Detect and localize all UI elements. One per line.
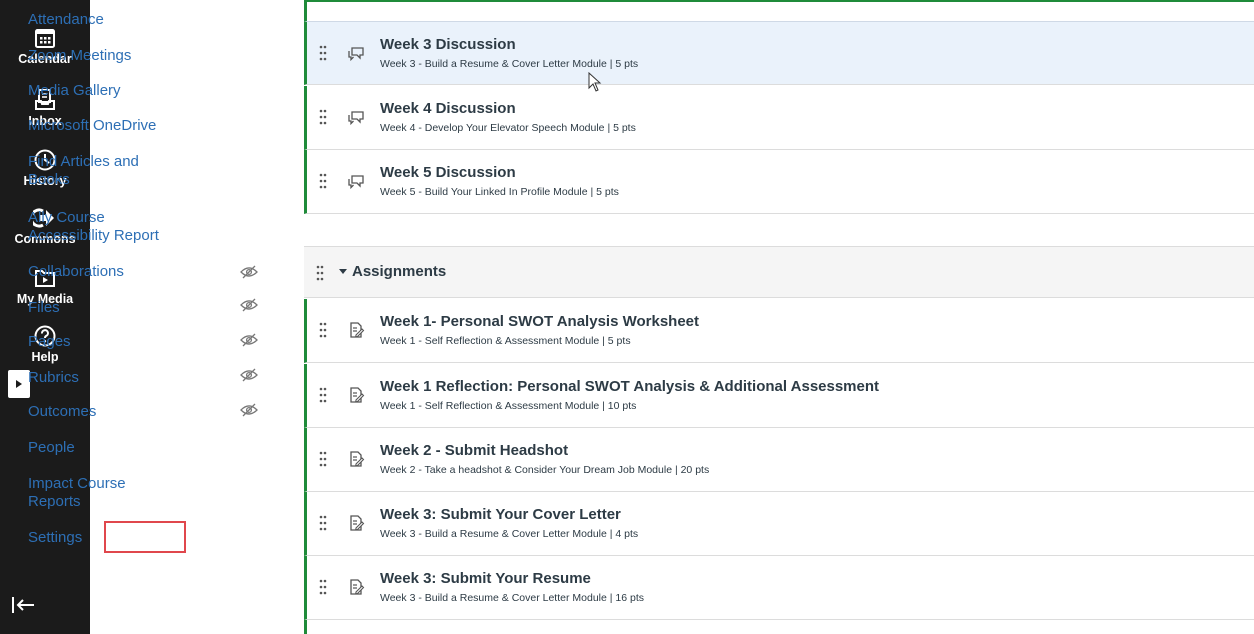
drag-handle-icon[interactable] xyxy=(316,264,324,282)
course-nav-pages[interactable]: Pages xyxy=(28,333,178,351)
eye-slash-icon xyxy=(240,265,258,279)
drag-handle-icon[interactable] xyxy=(319,386,327,404)
discussion-icon xyxy=(348,47,364,62)
assignment-icon xyxy=(350,387,365,403)
eye-slash-icon xyxy=(240,298,258,312)
course-nav-zoom-meetings[interactable]: Zoom Meetings xyxy=(28,47,178,65)
assignment-meta: Week 1 - Self Reflection & Assessment Mo… xyxy=(380,335,631,347)
published-bar xyxy=(304,620,307,634)
course-nav-microsoft-onedrive[interactable]: Microsoft OneDrive xyxy=(28,117,178,135)
drag-handle-icon[interactable] xyxy=(319,108,327,126)
assignment-row[interactable]: Week 2 - Submit Headshot Week 2 - Take a… xyxy=(304,428,1254,492)
assignment-icon xyxy=(350,579,365,595)
expand-course-nav-button[interactable] xyxy=(8,370,30,398)
assignment-row[interactable]: Week 4 Discussion Week 4 - Develop Your … xyxy=(304,86,1254,150)
course-nav-media-gallery[interactable]: Media Gallery xyxy=(28,82,178,100)
assignment-title[interactable]: Week 2 - Submit Headshot xyxy=(380,442,568,459)
assignment-icon xyxy=(350,451,365,467)
course-nav-ally-report[interactable]: Ally Course Accessibility Report xyxy=(28,209,178,245)
drag-handle-icon[interactable] xyxy=(319,44,327,62)
assignment-row[interactable]: Week 1 Reflection: Personal SWOT Analysi… xyxy=(304,364,1254,428)
discussion-icon xyxy=(348,175,364,190)
eye-slash-icon xyxy=(240,368,258,382)
eye-slash-icon xyxy=(240,403,258,417)
assignment-meta: Week 3 - Build a Resume & Cover Letter M… xyxy=(380,58,639,70)
mouse-cursor-icon xyxy=(588,72,602,92)
global-nav-label: Help xyxy=(31,350,59,364)
course-nav-files[interactable]: Files xyxy=(28,299,178,317)
assignment-icon xyxy=(350,322,365,338)
assignment-title[interactable]: Week 3: Submit Your Resume xyxy=(380,570,591,587)
course-nav-outcomes[interactable]: Outcomes xyxy=(28,403,178,421)
assignment-meta: Week 2 - Take a headshot & Consider Your… xyxy=(380,464,710,476)
assignment-title[interactable]: Week 4 Discussion xyxy=(380,100,516,117)
assignment-row[interactable]: Week 3 Discussion Week 3 - Build a Resum… xyxy=(304,21,1254,85)
assignment-meta: Week 1 - Self Reflection & Assessment Mo… xyxy=(380,400,637,412)
course-nav-impact-reports[interactable]: Impact Course Reports xyxy=(28,475,158,511)
drag-handle-icon[interactable] xyxy=(319,514,327,532)
assignment-title[interactable]: Week 5 Discussion xyxy=(380,164,516,181)
assignment-meta: Week 3 - Build a Resume & Cover Letter M… xyxy=(380,528,639,540)
assignment-title[interactable]: Week 1- Personal SWOT Analysis Worksheet xyxy=(380,313,699,330)
assignment-group-title: Assignments xyxy=(352,263,447,280)
assignment-title[interactable]: Week 3: Submit Your Cover Letter xyxy=(380,506,621,523)
assignment-icon xyxy=(350,515,365,531)
discussion-icon xyxy=(348,111,364,126)
caret-down-icon[interactable] xyxy=(338,266,348,276)
course-nav-attendance[interactable]: Attendance xyxy=(28,11,178,29)
drag-handle-icon[interactable] xyxy=(319,450,327,468)
assignment-meta: Week 4 - Develop Your Elevator Speech Mo… xyxy=(380,122,636,134)
assignment-meta: Week 3 - Build a Resume & Cover Letter M… xyxy=(380,592,644,604)
course-nav-find-articles[interactable]: Find Articles and Books xyxy=(28,153,168,189)
assignments-list: Week 3 Discussion Week 3 - Build a Resum… xyxy=(304,0,1254,634)
top-edge-bar xyxy=(304,0,1254,2)
course-nav-collaborations[interactable]: Collaborations xyxy=(28,263,178,281)
drag-handle-icon[interactable] xyxy=(319,172,327,190)
assignment-row[interactable]: Week 1- Personal SWOT Analysis Worksheet… xyxy=(304,299,1254,363)
eye-slash-icon xyxy=(240,333,258,347)
assignment-title[interactable]: Week 1 Reflection: Personal SWOT Analysi… xyxy=(380,378,879,395)
published-bar xyxy=(304,0,307,22)
assignment-group-header[interactable]: Assignments xyxy=(304,246,1254,298)
assignment-title[interactable]: Week 3 Discussion xyxy=(380,36,516,53)
course-nav-people[interactable]: People xyxy=(28,439,178,457)
settings-highlight-box xyxy=(104,521,186,553)
drag-handle-icon[interactable] xyxy=(319,578,327,596)
assignment-row[interactable]: Week 3: Submit Your Resume Week 3 - Buil… xyxy=(304,556,1254,620)
drag-handle-icon[interactable] xyxy=(319,321,327,339)
assignment-meta: Week 5 - Build Your Linked In Profile Mo… xyxy=(380,186,619,198)
caret-right-icon xyxy=(16,380,22,388)
collapse-nav-icon[interactable] xyxy=(10,592,36,618)
assignment-row[interactable]: Week 3: Submit Your Cover Letter Week 3 … xyxy=(304,492,1254,556)
assignment-row[interactable]: Week 5 Discussion Week 5 - Build Your Li… xyxy=(304,150,1254,214)
course-nav-rubrics[interactable]: Rubrics xyxy=(28,369,178,387)
